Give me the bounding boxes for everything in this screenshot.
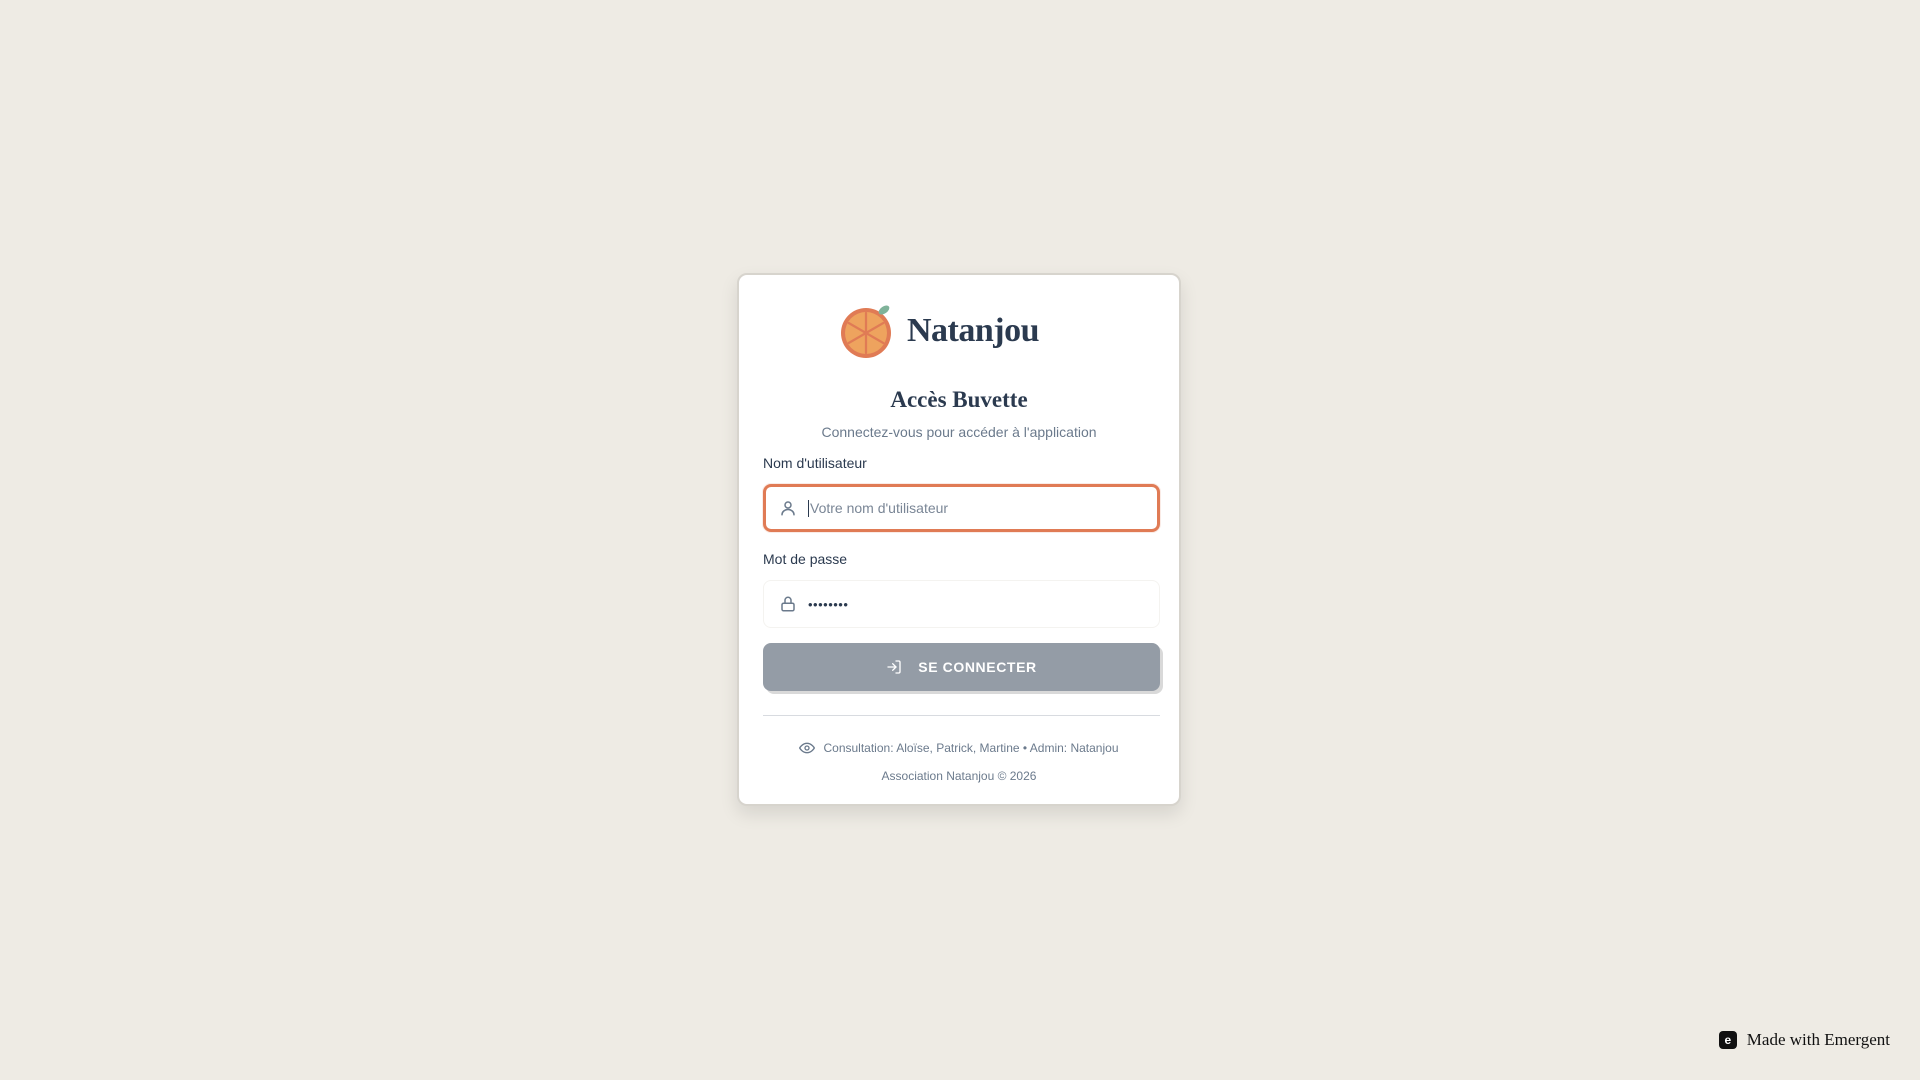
- login-button-label: SE CONNECTER: [918, 659, 1037, 675]
- brand-header: Natanjou: [839, 303, 1040, 359]
- made-with-emergent-badge[interactable]: e Made with Emergent: [1718, 1030, 1890, 1050]
- login-button[interactable]: SE CONNECTER: [763, 643, 1160, 691]
- brand-name: Natanjou: [907, 312, 1040, 349]
- accounts-info: Consultation: Aloïse, Patrick, Martine •…: [739, 741, 1179, 755]
- password-field[interactable]: ••••••••: [763, 580, 1160, 628]
- login-arrow-icon: [886, 659, 902, 675]
- divider: [763, 715, 1160, 716]
- login-card: Natanjou Accès Buvette Connectez-vous po…: [737, 273, 1181, 806]
- copyright: Association Natanjou © 2026: [881, 769, 1037, 783]
- page-title: Accès Buvette: [890, 387, 1028, 412]
- lock-icon: [778, 594, 798, 614]
- page-subtitle: Connectez-vous pour accéder à l'applicat…: [821, 424, 1097, 440]
- eye-icon: [799, 742, 816, 754]
- username-label: Nom d'utilisateur: [763, 455, 867, 471]
- emergent-logo-icon: e: [1718, 1031, 1737, 1049]
- accounts-text: Consultation: Aloïse, Patrick, Martine •…: [823, 741, 1119, 755]
- made-with-label: Made with Emergent: [1746, 1030, 1890, 1049]
- text-caret: [808, 499, 809, 517]
- password-label: Mot de passe: [763, 551, 848, 567]
- orange-slice-icon: [841, 305, 891, 358]
- username-field[interactable]: [763, 484, 1160, 532]
- password-input[interactable]: ••••••••: [808, 597, 848, 612]
- user-icon: [778, 498, 798, 518]
- username-input[interactable]: [810, 500, 1130, 516]
